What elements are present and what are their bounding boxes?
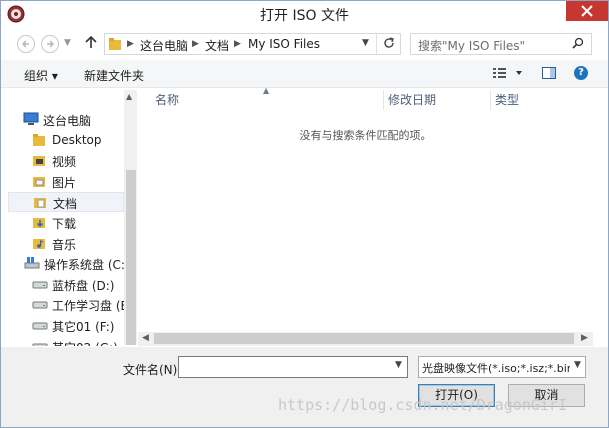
close-icon (581, 5, 593, 17)
sidebar-item-label: 其它01 (F:) (52, 320, 115, 334)
empty-list-message: 没有与搜索条件匹配的项。 (299, 129, 432, 142)
breadcrumb-chevron-icon[interactable]: ▶ (234, 39, 241, 49)
new-folder-button[interactable]: 新建文件夹 (84, 67, 144, 84)
drive-icon (32, 339, 48, 346)
watermark: https://blog.csdn.net/DragonGirI (278, 396, 567, 414)
drive-icon (32, 277, 48, 294)
music-folder-icon (32, 236, 46, 253)
breadcrumb-chevron-icon[interactable]: ▶ (192, 39, 199, 49)
navigation-list: 这台电脑 Desktop 视频图片文档下载音乐操作系统盘 (C: 蓝桥盘 (D:) 工作… (8, 110, 124, 346)
sidebar-item[interactable]: 操作系统盘 (C: (8, 254, 124, 274)
column-header-type[interactable]: 类型 (495, 91, 519, 111)
forward-arrow-icon (47, 40, 54, 48)
divider (376, 34, 377, 54)
scroll-up-icon[interactable]: ▲ (126, 92, 132, 101)
column-divider[interactable] (490, 90, 491, 110)
folder-icon (108, 37, 122, 54)
up-arrow-icon (85, 35, 97, 48)
breadcrumb-item[interactable]: 这台电脑 (140, 37, 188, 54)
up-button[interactable] (84, 34, 100, 52)
recent-locations-dropdown-icon[interactable]: ▼ (64, 38, 71, 48)
filetype-dropdown-icon[interactable]: ▼ (574, 360, 581, 370)
pictures-folder-icon (32, 174, 46, 191)
sidebar-item[interactable]: 图片 (8, 172, 124, 192)
sidebar-item-label: 图片 (52, 175, 77, 190)
scroll-right-icon[interactable]: ▶ (581, 333, 588, 343)
folder-icon (32, 133, 46, 150)
video-folder-icon (32, 153, 46, 170)
sidebar-item[interactable]: 音乐 (8, 234, 124, 254)
preview-pane-button[interactable] (542, 66, 556, 83)
sort-ascending-icon: ▲ (263, 86, 270, 95)
filetype-value: 光盘映像文件(*.iso;*.isz;*.bin;* (422, 362, 570, 375)
breadcrumb-chevron-icon: ▶ (127, 39, 134, 49)
sidebar-item-label: 文档 (53, 197, 78, 212)
nav-scrollbar-thumb[interactable] (126, 170, 136, 345)
sidebar-item-label: 工作学习盘 (E: (52, 299, 124, 314)
column-header-modified[interactable]: 修改日期 (388, 91, 436, 111)
forward-button[interactable] (41, 35, 59, 53)
breadcrumb-item[interactable]: My ISO Files (248, 37, 320, 51)
search-icon[interactable] (572, 37, 584, 52)
close-button[interactable] (566, 1, 608, 21)
downloads-folder-icon (32, 215, 46, 232)
sidebar-item[interactable]: 下载 (8, 213, 124, 233)
sidebar-item-label: 视频 (52, 155, 77, 170)
computer-icon (23, 112, 39, 129)
back-arrow-icon (22, 40, 29, 48)
column-header-name[interactable]: 名称 (155, 91, 179, 111)
sidebar-item[interactable]: 工作学习盘 (E: (8, 295, 124, 315)
search-placeholder: 搜索"My ISO Files" (418, 39, 526, 53)
sidebar-item[interactable]: 其它01 (F:) (8, 316, 124, 336)
column-divider[interactable] (383, 90, 384, 110)
breadcrumb-item[interactable]: 文档 (205, 37, 229, 54)
system-drive-icon (24, 256, 40, 273)
address-history-dropdown-icon[interactable]: ▼ (362, 38, 369, 48)
sidebar-item[interactable]: Desktop (8, 131, 124, 151)
back-button[interactable] (17, 35, 35, 53)
scroll-left-icon[interactable]: ◀ (142, 333, 149, 343)
sidebar-item[interactable]: 文档 (8, 192, 124, 213)
refresh-button[interactable] (382, 36, 396, 53)
window-title: 打开 ISO 文件 (260, 8, 349, 24)
sidebar-item[interactable]: 蓝桥盘 (D:) (8, 275, 124, 295)
drive-icon (32, 297, 48, 314)
change-view-button[interactable] (493, 66, 525, 83)
drive-icon (32, 318, 48, 335)
filename-dropdown-icon[interactable]: ▼ (395, 360, 402, 370)
sidebar-item-label: Desktop (52, 132, 102, 147)
help-icon[interactable]: ? (574, 66, 588, 80)
sidebar-item-label: 音乐 (52, 237, 77, 252)
sidebar-item[interactable]: 其它02 (G:) (8, 337, 124, 346)
sidebar-item-label: 下载 (52, 217, 77, 231)
sidebar-item-label: 蓝桥盘 (D:) (52, 278, 115, 293)
sidebar-item[interactable]: 这台电脑 (8, 110, 124, 130)
organize-menu[interactable]: 组织 ▾ (24, 67, 58, 84)
sidebar-item-label: 其它02 (G:) (52, 339, 118, 346)
refresh-icon (384, 37, 394, 48)
sidebar-item[interactable]: 视频 (8, 151, 124, 171)
preview-pane-icon (542, 67, 556, 79)
filename-label: 文件名(N): (123, 363, 182, 377)
documents-folder-icon (33, 195, 47, 212)
sidebar-item-label: 操作系统盘 (C: (44, 258, 124, 273)
view-list-icon (493, 68, 522, 78)
horizontal-scrollbar-thumb[interactable] (154, 333, 574, 344)
filename-input[interactable] (178, 356, 408, 378)
sidebar-item-label: 这台电脑 (43, 114, 92, 128)
